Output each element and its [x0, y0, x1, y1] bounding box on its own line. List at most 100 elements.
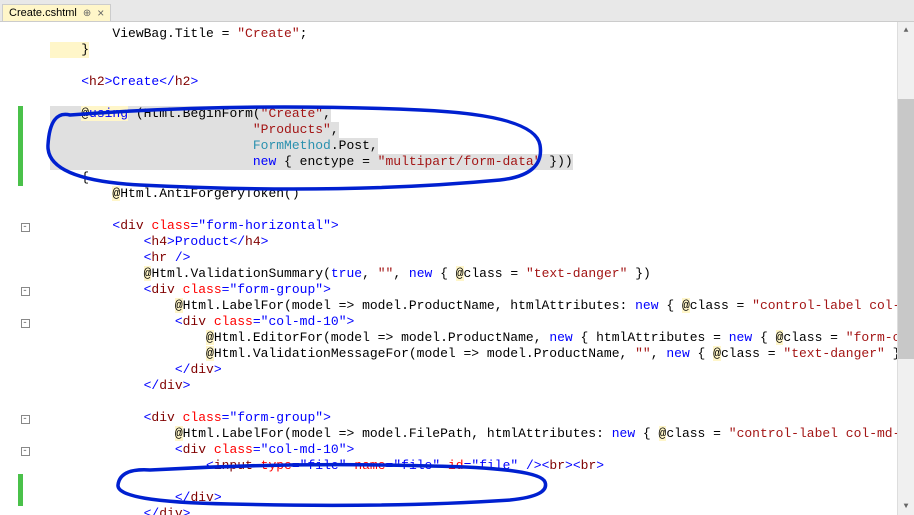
code-text: =": [386, 458, 402, 473]
code-text: ">: [315, 410, 331, 425]
code-editor[interactable]: ViewBag.Title = "Create"; } < h2>Create</…: [0, 22, 914, 515]
code-text: [175, 410, 183, 425]
code-text: <: [50, 314, 183, 329]
code-text: [206, 442, 214, 457]
code-text: form-group: [237, 410, 315, 425]
code-text: @: [713, 346, 721, 361]
scroll-track[interactable]: [898, 39, 914, 498]
tab-bar: Create.cshtml ⊕ ×: [0, 0, 914, 22]
code-text: </: [50, 490, 190, 505]
code-text: "multipart/form-data": [378, 154, 542, 169]
scroll-down-icon[interactable]: ▼: [898, 498, 914, 515]
code-text: { htmlAttributes =: [573, 330, 729, 345]
code-text: >Create</: [105, 74, 175, 89]
vertical-scrollbar[interactable]: ▲ ▼: [897, 22, 914, 515]
code-text: class: [183, 282, 222, 297]
close-icon[interactable]: ×: [97, 7, 104, 19]
code-text: [253, 458, 261, 473]
code-text: div: [183, 442, 206, 457]
file-tab[interactable]: Create.cshtml ⊕ ×: [2, 4, 111, 21]
code-text: class =: [690, 298, 752, 313]
code-text: >: [261, 234, 269, 249]
code-text: h2: [89, 74, 105, 89]
code-text: FormMethod: [253, 138, 331, 153]
code-text: <: [50, 250, 151, 265]
code-text: Html.EditorFor(model => model.ProductNam…: [214, 330, 549, 345]
code-text: "text-danger": [783, 346, 884, 361]
code-text: new: [666, 346, 689, 361]
code-text: [50, 346, 206, 361]
code-text: ,: [651, 346, 667, 361]
code-text: </: [50, 362, 190, 377]
code-text: class =: [464, 266, 526, 281]
code-text: @: [81, 106, 89, 121]
code-text: file: [307, 458, 338, 473]
code-text: new: [635, 298, 658, 313]
code-text: @: [206, 346, 214, 361]
code-text: new: [409, 266, 432, 281]
code-text: "control-label col-md-2": [752, 298, 914, 313]
code-text: </: [50, 506, 159, 515]
code-text: ,: [331, 122, 339, 137]
code-text: >Product</: [167, 234, 245, 249]
code-text: name: [354, 458, 385, 473]
code-text: h4: [245, 234, 261, 249]
code-text: using: [89, 106, 128, 121]
fold-toggle[interactable]: -: [21, 319, 30, 328]
code-text: Html.ValidationMessageFor(model => model…: [214, 346, 635, 361]
code-text: @: [175, 298, 183, 313]
code-text: h2: [175, 74, 191, 89]
code-text: >: [183, 378, 191, 393]
code-text: Html.LabelFor(model => model.FilePath, h…: [183, 426, 612, 441]
scroll-up-icon[interactable]: ▲: [898, 22, 914, 39]
code-text: [50, 106, 81, 121]
code-text: @: [175, 426, 183, 441]
code-text: </: [50, 378, 159, 393]
code-text: div: [151, 282, 174, 297]
code-text: "Create": [261, 106, 323, 121]
code-text: h4: [151, 234, 167, 249]
code-text: [206, 314, 214, 329]
code-text: }: [50, 42, 89, 58]
code-text: class =: [666, 426, 728, 441]
fold-toggle[interactable]: -: [21, 415, 30, 424]
code-text: "text-danger": [526, 266, 627, 281]
fold-toggle[interactable]: -: [21, 447, 30, 456]
code-text: true: [331, 266, 362, 281]
code-text: @: [206, 330, 214, 345]
code-text: <: [50, 282, 151, 297]
code-text: {: [752, 330, 775, 345]
pin-icon[interactable]: ⊕: [83, 8, 91, 19]
code-text: {: [432, 266, 455, 281]
code-text: div: [120, 218, 143, 233]
code-text: Html.LabelFor(model => model.ProductName…: [183, 298, 635, 313]
code-text: ">: [323, 218, 339, 233]
code-text: new: [729, 330, 752, 345]
code-text: ">: [339, 442, 355, 457]
code-text: <: [50, 458, 214, 473]
code-text: [50, 426, 175, 441]
code-text: ;: [300, 26, 308, 41]
code-text: ": [339, 458, 355, 473]
code-text: br: [549, 458, 565, 473]
code-text: <: [50, 410, 151, 425]
code-text: class: [214, 314, 253, 329]
code-text: ViewBag.Title =: [50, 26, 237, 41]
code-text: ">: [315, 282, 331, 297]
code-text: {: [690, 346, 713, 361]
code-text: new: [612, 426, 635, 441]
fold-toggle[interactable]: -: [21, 287, 30, 296]
code-text: >: [214, 490, 222, 505]
code-text: form-group: [237, 282, 315, 297]
code-text: Html.ValidationSummary(: [151, 266, 330, 281]
code-text: }): [627, 266, 650, 281]
code-text: })): [542, 154, 573, 169]
code-text: div: [190, 490, 213, 505]
code-text: [50, 138, 253, 153]
code-text: ,: [323, 106, 331, 121]
scroll-thumb[interactable]: [898, 99, 914, 359]
code-text: ,: [362, 266, 378, 281]
fold-toggle[interactable]: -: [21, 223, 30, 232]
code-text: "Products": [253, 122, 331, 137]
code-text: "control-label col-md-2": [729, 426, 914, 441]
